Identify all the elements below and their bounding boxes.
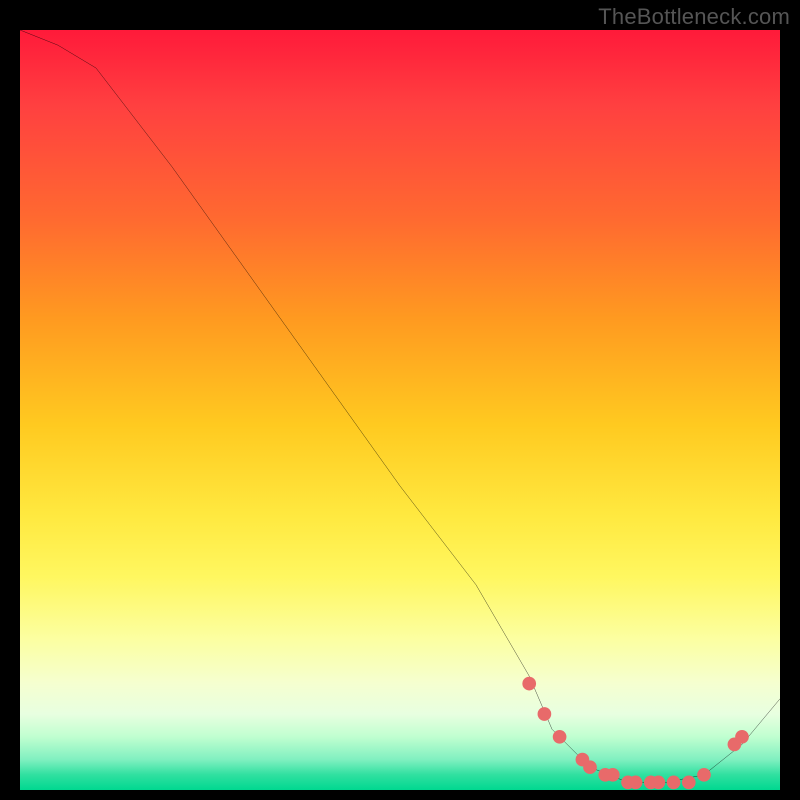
marker-point [583,760,597,774]
chart-frame: TheBottleneck.com [0,0,800,800]
marker-point [538,707,552,721]
curve-svg [20,30,780,790]
marker-point [697,768,711,782]
marker-point [629,776,643,790]
plot-area [20,30,780,790]
watermark-text: TheBottleneck.com [598,4,790,30]
marker-point [682,776,696,790]
marker-point [553,730,567,744]
marker-point [522,677,536,691]
marker-group [522,677,748,789]
marker-point [606,768,620,782]
marker-point [735,730,749,744]
bottleneck-curve [20,30,780,782]
marker-point [667,776,681,790]
marker-point [652,776,666,790]
